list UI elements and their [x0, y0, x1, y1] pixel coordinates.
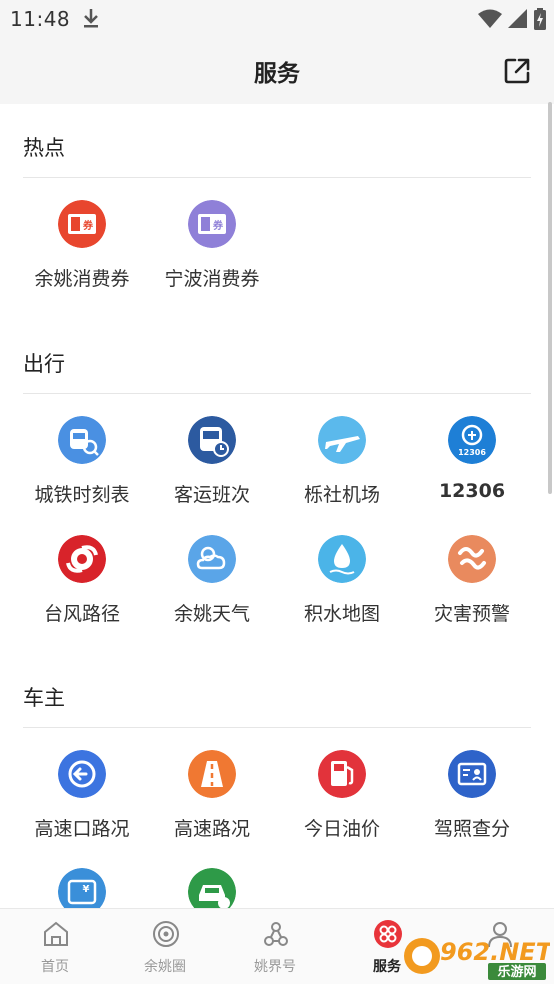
share-button[interactable]	[502, 56, 532, 86]
watermark-text-sub: 乐游网	[497, 964, 536, 980]
signal-icon	[508, 9, 527, 28]
red-coupon-icon: 券	[58, 200, 106, 248]
tile-label: 高速路况	[173, 818, 250, 840]
service-tile-flood-map[interactable]: 积水地图	[277, 535, 407, 643]
service-tile-highway-exit[interactable]: 高速口路况	[17, 750, 147, 858]
section-title-car-owner: 车主	[23, 686, 65, 710]
tile-label: 积水地图	[303, 603, 380, 625]
tile-label: 余姚消费券	[34, 268, 130, 290]
tile-label: 台风路径	[43, 603, 120, 625]
external-link-icon	[504, 58, 530, 84]
service-tile-highway-road[interactable]: 高速路况	[147, 750, 277, 858]
tab-label: 首页	[41, 959, 69, 975]
divider	[23, 727, 531, 728]
bus-icon	[188, 416, 236, 464]
typhoon-icon	[58, 535, 106, 583]
page-header: 服务	[0, 38, 554, 104]
divider	[23, 393, 531, 394]
service-tile-airport[interactable]: 栎社机场	[277, 416, 407, 524]
service-tile-yuyao-coupon[interactable]: 券 余姚消费券	[17, 200, 147, 308]
tile-label: 客运班次	[173, 484, 250, 506]
tab-label: 姚界号	[254, 959, 296, 975]
tab-home[interactable]: 首页	[0, 909, 110, 984]
tile-label: 驾照查分	[433, 818, 510, 840]
watermark-text-main: 962.NET	[440, 938, 550, 966]
nodes-icon	[264, 922, 288, 946]
download-icon	[82, 7, 100, 33]
svg-text:¥: ¥	[83, 884, 90, 895]
wifi-icon	[478, 9, 502, 28]
status-icons	[478, 8, 546, 30]
section-title-hot: 热点	[23, 136, 65, 160]
tile-label: 灾害预警	[433, 603, 510, 625]
service-tile-fuel-price[interactable]: 今日油价	[277, 750, 407, 858]
car-inspection-icon	[188, 868, 236, 908]
service-tile-typhoon[interactable]: 台风路径	[17, 535, 147, 643]
divider	[23, 177, 531, 178]
status-time: 11:48	[10, 7, 71, 31]
water-drop-icon	[318, 535, 366, 583]
svg-text:券: 券	[212, 219, 224, 232]
tile-label: 今日油价	[303, 818, 380, 840]
tile-label: 宁波消费券	[164, 268, 260, 290]
weather-icon	[188, 535, 236, 583]
page-title: 服务	[254, 61, 300, 87]
service-icon	[374, 920, 402, 948]
highway-exit-icon	[58, 750, 106, 798]
railway-badge: 12306	[458, 448, 486, 457]
airplane-icon	[318, 416, 366, 464]
railway-12306-icon: 12306	[448, 416, 496, 464]
disaster-warning-icon	[448, 535, 496, 583]
tile-label: 余姚天气	[173, 603, 250, 625]
tab-yuyao-circle[interactable]: 余姚圈	[110, 909, 220, 984]
fuel-pump-icon	[318, 750, 366, 798]
battery-icon	[534, 8, 546, 30]
service-tile-12306[interactable]: 12306 12306	[407, 416, 537, 524]
service-tile-bus-schedule[interactable]: 客运班次	[147, 416, 277, 524]
service-tile-weather[interactable]: 余姚天气	[147, 535, 277, 643]
service-tile-car-inspection[interactable]	[147, 868, 277, 908]
tab-label: 余姚圈	[144, 959, 186, 975]
service-tile-ningbo-coupon[interactable]: 券 宁波消费券	[147, 200, 277, 308]
section-title-travel: 出行	[23, 352, 65, 376]
purple-coupon-icon: 券	[188, 200, 236, 248]
tile-label: 栎社机场	[303, 484, 380, 506]
status-bar: 11:48	[0, 0, 554, 38]
metro-train-icon	[58, 416, 106, 464]
service-tile-license-points[interactable]: 驾照查分	[407, 750, 537, 858]
tile-label: 城铁时刻表	[34, 484, 130, 506]
home-icon	[44, 921, 68, 946]
tab-yaojie[interactable]: 姚界号	[220, 909, 330, 984]
circle-icon	[153, 921, 179, 947]
highway-road-icon	[188, 750, 236, 798]
driver-license-icon	[448, 750, 496, 798]
site-watermark: 962.NET 乐游网	[400, 930, 554, 982]
tile-label: 高速口路况	[34, 818, 130, 840]
service-content[interactable]: 热点 券 余姚消费券 券 宁波消费券 出行 城铁时刻表 客运班次 栎社机场 12…	[0, 104, 554, 908]
vehicle-tax-icon: ¥	[58, 868, 106, 908]
service-tile-metro-schedule[interactable]: 城铁时刻表	[17, 416, 147, 524]
service-tile-disaster-warning[interactable]: 灾害预警	[407, 535, 537, 643]
tile-label: 12306	[438, 480, 506, 502]
scrollbar[interactable]	[548, 102, 552, 494]
svg-text:券: 券	[82, 219, 94, 232]
service-tile-vehicle-tax[interactable]: ¥	[17, 868, 147, 908]
